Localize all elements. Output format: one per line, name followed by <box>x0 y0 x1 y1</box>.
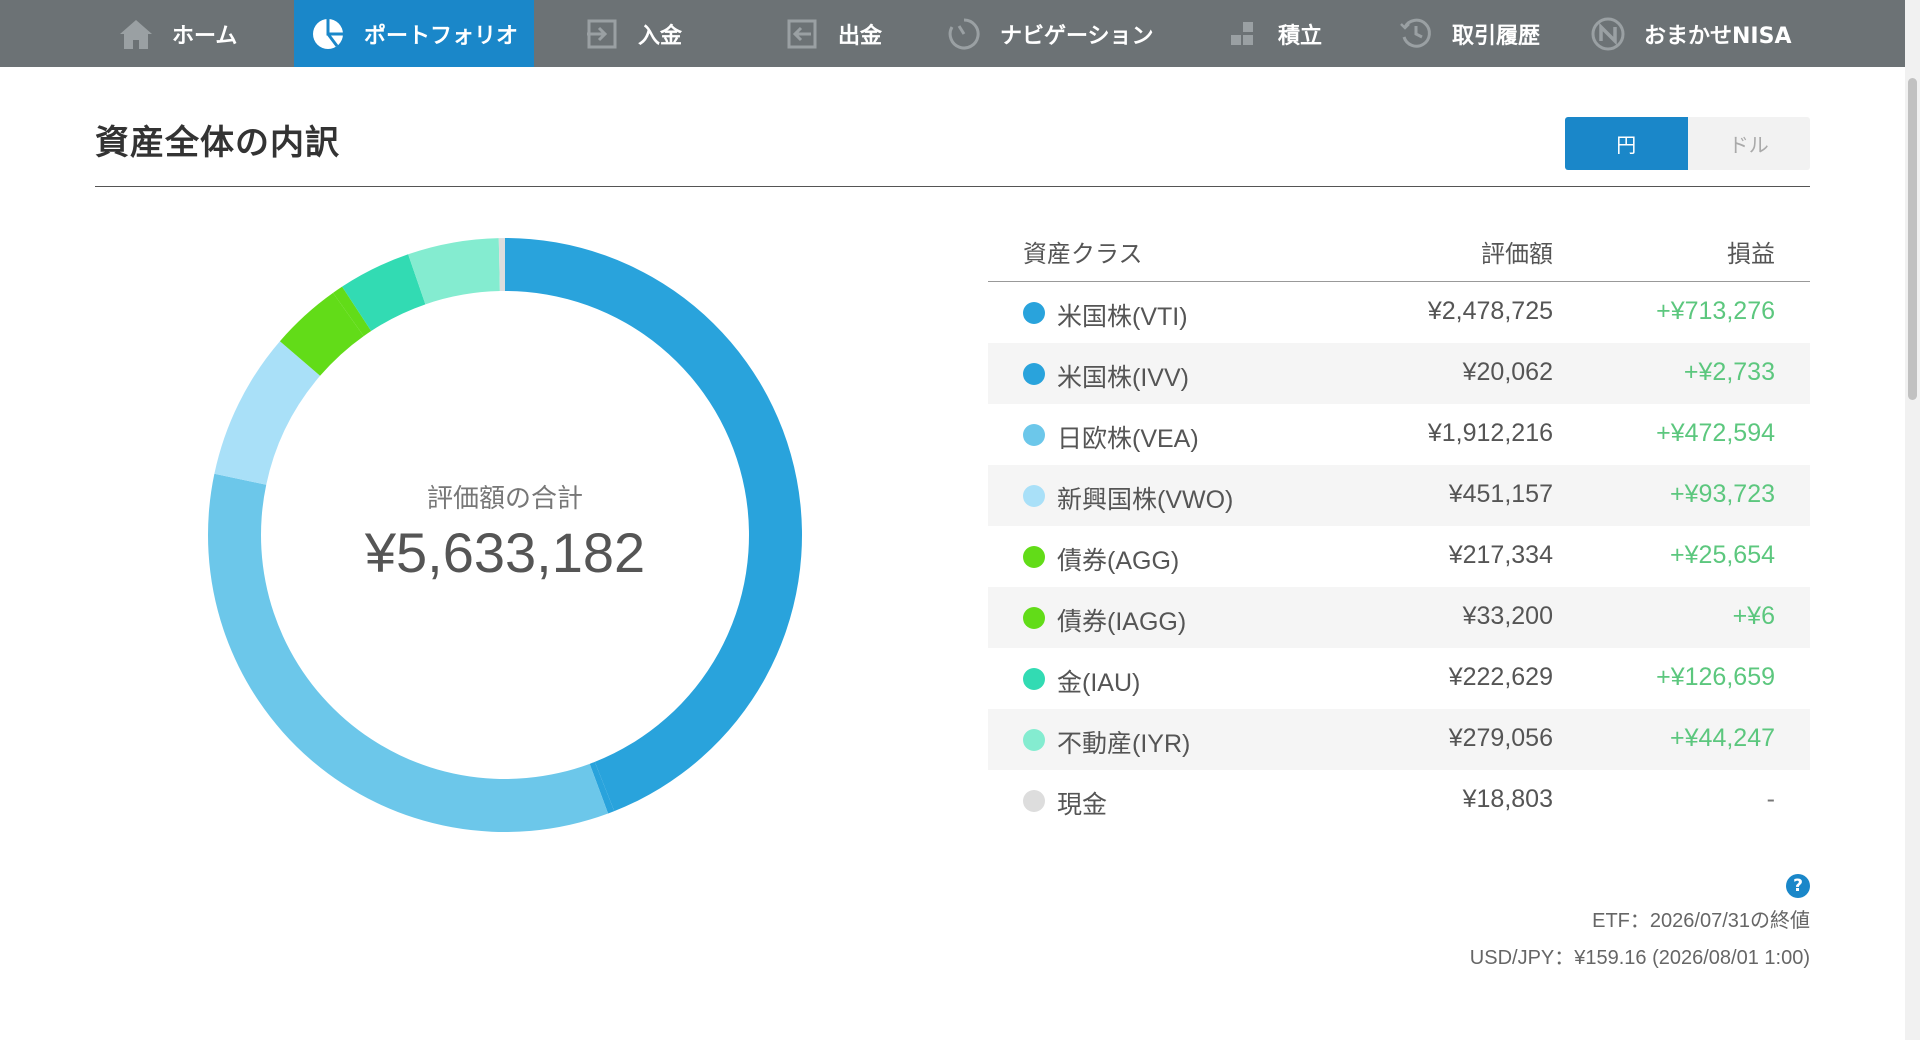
asset-color-dot <box>1023 607 1045 629</box>
table-row: 新興国株(VWO) ¥451,157 +¥93,723 <box>988 465 1810 526</box>
section-title: 資産全体の内訳 <box>95 123 340 163</box>
donut-total-value: ¥5,633,182 <box>364 521 646 584</box>
nav-portfolio-label: ポートフォリオ <box>364 23 519 49</box>
asset-value: ¥217,334 <box>1448 541 1553 569</box>
header-value: 評価額 <box>1481 240 1553 268</box>
help-icon[interactable]: ? <box>1786 874 1810 898</box>
deposit-icon <box>584 16 620 52</box>
accumulate-blocks-icon <box>1224 16 1260 52</box>
nav-history-label: 取引履歴 <box>1452 23 1541 49</box>
asset-name: 米国株(VTI) <box>1057 303 1188 331</box>
asset-value: ¥222,629 <box>1448 663 1553 691</box>
asset-color-dot <box>1023 302 1045 324</box>
asset-pl: +¥44,247 <box>1670 724 1775 752</box>
navigation-dial-icon <box>946 16 982 52</box>
asset-value: ¥2,478,725 <box>1427 297 1553 325</box>
asset-value: ¥1,912,216 <box>1427 419 1553 447</box>
table-row: 米国株(VTI) ¥2,478,725 +¥713,276 <box>988 282 1810 343</box>
nav-home[interactable]: ホーム <box>118 0 268 67</box>
asset-breakdown-table: 資産クラス 評価額 損益 米国株(VTI) ¥2,478,725 +¥713,2… <box>988 222 1810 831</box>
nav-portfolio[interactable]: ポートフォリオ <box>294 0 534 67</box>
donut-center-label: 評価額の合計 <box>426 484 583 514</box>
nav-withdraw[interactable]: 出金 <box>784 0 904 67</box>
asset-name: 債券(AGG) <box>1057 547 1180 575</box>
asset-value: ¥18,803 <box>1462 785 1553 813</box>
header-asset-class: 資産クラス <box>1023 240 1143 268</box>
table-row: 現金 ¥18,803 - <box>988 770 1810 831</box>
asset-color-dot <box>1023 546 1045 568</box>
asset-color-dot <box>1023 424 1045 446</box>
nisa-logo-icon <box>1590 16 1626 52</box>
top-navigation: ホーム ポートフォリオ 入金 出金 ナビゲーション 積立 取引履歴 おまかせNI… <box>0 0 1905 67</box>
asset-pl: +¥6 <box>1732 602 1775 630</box>
fx-rate-note: USD/JPY：¥159.16 (2026/08/01 1:00) <box>1469 947 1810 969</box>
asset-pl: +¥25,654 <box>1670 541 1775 569</box>
etf-price-note: ETF：2026/07/31の終値 <box>1592 910 1810 932</box>
asset-pl: +¥2,733 <box>1683 358 1775 386</box>
currency-dollar-button[interactable]: ドル <box>1687 117 1810 170</box>
nav-omakase-nisa[interactable]: おまかせNISA <box>1590 0 1800 67</box>
table-row: 債券(IAGG) ¥33,200 +¥6 <box>988 587 1810 648</box>
history-clock-icon <box>1398 16 1434 52</box>
nav-home-label: ホーム <box>172 23 238 49</box>
asset-color-dot <box>1023 485 1045 507</box>
table-row: 金(IAU) ¥222,629 +¥126,659 <box>988 648 1810 709</box>
withdraw-icon <box>784 16 820 52</box>
nav-omakase-nisa-label: おまかせNISA <box>1644 23 1792 49</box>
header-pl: 損益 <box>1727 240 1775 268</box>
asset-pl: +¥713,276 <box>1656 297 1775 325</box>
asset-color-dot <box>1023 729 1045 751</box>
table-header: 資産クラス 評価額 損益 <box>988 222 1810 282</box>
table-row: 日欧株(VEA) ¥1,912,216 +¥472,594 <box>988 404 1810 465</box>
currency-yen-button[interactable]: 円 <box>1565 117 1688 170</box>
section-divider <box>95 186 1810 187</box>
asset-color-dot <box>1023 363 1045 385</box>
table-row: 米国株(IVV) ¥20,062 +¥2,733 <box>988 343 1810 404</box>
page-scrollbar-thumb[interactable] <box>1908 78 1917 400</box>
asset-name: 債券(IAGG) <box>1057 608 1187 636</box>
asset-value: ¥451,157 <box>1448 480 1553 508</box>
table-row: 不動産(IYR) ¥279,056 +¥44,247 <box>988 709 1810 770</box>
asset-name: 金(IAU) <box>1057 669 1141 697</box>
asset-color-dot <box>1023 668 1045 690</box>
home-icon <box>118 16 154 52</box>
nav-history[interactable]: 取引履歴 <box>1398 0 1558 67</box>
asset-value: ¥20,062 <box>1462 358 1553 386</box>
asset-name: 米国株(IVV) <box>1057 364 1189 392</box>
asset-name: 不動産(IYR) <box>1057 730 1191 758</box>
table-body: 米国株(VTI) ¥2,478,725 +¥713,276 米国株(IVV) ¥… <box>988 282 1810 831</box>
table-row: 債券(AGG) ¥217,334 +¥25,654 <box>988 526 1810 587</box>
asset-pl: +¥93,723 <box>1670 480 1775 508</box>
nav-withdraw-label: 出金 <box>838 23 883 49</box>
nav-accumulate[interactable]: 積立 <box>1224 0 1344 67</box>
donut-slice-3 <box>214 341 321 485</box>
asset-value: ¥279,056 <box>1448 724 1553 752</box>
nav-navigation[interactable]: ナビゲーション <box>946 0 1176 67</box>
asset-value: ¥33,200 <box>1462 602 1553 630</box>
nav-accumulate-label: 積立 <box>1278 23 1323 49</box>
asset-color-dot <box>1023 790 1045 812</box>
pie-chart-icon <box>310 16 346 52</box>
asset-name: 日欧株(VEA) <box>1057 425 1199 453</box>
asset-pl: +¥472,594 <box>1656 419 1775 447</box>
nav-navigation-label: ナビゲーション <box>1000 23 1154 49</box>
nav-deposit-label: 入金 <box>638 23 683 49</box>
asset-name: 現金 <box>1057 791 1108 819</box>
asset-pl: +¥126,659 <box>1656 663 1775 691</box>
asset-name: 新興国株(VWO) <box>1057 486 1234 514</box>
asset-pl: - <box>1766 785 1775 813</box>
nav-deposit[interactable]: 入金 <box>584 0 704 67</box>
currency-toggle: 円 ドル <box>1565 117 1810 170</box>
